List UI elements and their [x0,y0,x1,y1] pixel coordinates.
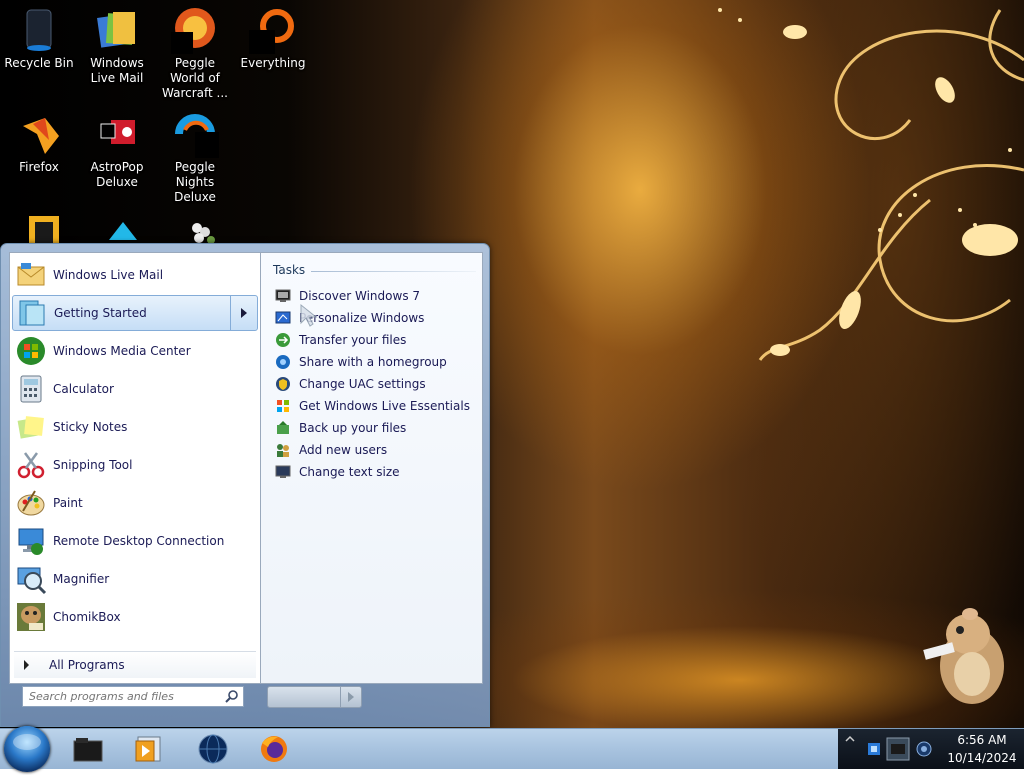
network-icon[interactable] [866,741,882,757]
desktop-icon-firefox[interactable]: Firefox [0,110,78,175]
remote-desktop-icon [15,525,47,557]
search-input[interactable] [25,688,223,705]
desktop-icon-partial-1[interactable] [0,212,78,244]
program-paint[interactable]: Paint [12,485,258,521]
monitor-icon [275,288,291,304]
windows-live-mail-icon [93,6,141,54]
shutdown-options-button[interactable] [340,686,362,708]
task-change-text-size[interactable]: Change text size [275,461,400,483]
desktop-icon-astropop[interactable]: AstroPop Deluxe [78,110,156,190]
task-share-homegroup[interactable]: Share with a homegroup [275,351,447,373]
transfer-icon [275,332,291,348]
all-programs-button[interactable]: All Programs [14,651,256,678]
shutdown-button[interactable] [267,686,341,708]
program-magnifier[interactable]: Magnifier [12,561,258,597]
search-icon[interactable] [224,689,240,705]
globe-icon [198,734,228,764]
magnifier-icon [15,563,47,595]
system-tray: 6:56 AM 10/14/2024 [838,729,1024,769]
calculator-icon [15,373,47,405]
sticky-notes-icon [15,411,47,443]
task-transfer-files[interactable]: Transfer your files [275,329,406,351]
program-windows-live-mail[interactable]: Windows Live Mail [12,257,258,293]
peggle-world-of-warcraft-icon [171,6,219,54]
program-remote-desktop[interactable]: Remote Desktop Connection [12,523,258,559]
tasks-heading: Tasks [273,263,306,277]
chevron-right-icon [348,692,354,702]
taskbar-media-player[interactable] [120,731,176,767]
arrow-app-icon [93,212,141,244]
mouse-cursor-icon [300,303,318,327]
program-windows-media-center[interactable]: Windows Media Center [12,333,258,369]
program-chomikbox[interactable]: ChomikBox [12,599,258,635]
taskbar-firefox[interactable] [246,731,302,767]
desktop-icon-partial-2[interactable] [78,212,156,244]
recycle-bin-icon [15,6,63,54]
expand-arrow-icon [24,660,29,670]
homegroup-icon [275,354,291,370]
start-menu-tasks-pane: Tasks Discover Windows 7 Personalize Win… [261,252,483,684]
windows-orb-icon [13,734,41,750]
media-player-icon [135,736,161,762]
astropop-icon [93,110,141,158]
personalize-icon [275,310,291,326]
action-center-icon[interactable] [886,737,910,761]
users-icon [275,442,291,458]
getting-started-icon [16,297,48,329]
desktop-icon-windows-live-mail[interactable]: Windows Live Mail [78,6,156,86]
taskbar-internet[interactable] [185,731,241,767]
taskbar-file-explorer[interactable] [60,731,116,767]
media-center-icon [15,335,47,367]
desktop-icon-everything[interactable]: Everything [234,6,312,71]
taskbar: 6:56 AM 10/14/2024 [0,726,1024,772]
firefox-icon [15,110,63,158]
everything-search-icon [249,6,297,54]
backup-icon [275,420,291,436]
scissors-icon [15,449,47,481]
firefox-icon [261,736,287,762]
uac-shield-icon [275,376,291,392]
mail-icon [15,259,47,291]
clock-time: 6:56 AM [957,733,1007,747]
peggle-nights-icon [171,110,219,158]
task-get-live-essentials[interactable]: Get Windows Live Essentials [275,395,470,417]
desktop-icon-peggle-nights[interactable]: Peggle Nights Deluxe [156,110,234,205]
submenu-arrow-icon[interactable] [230,296,257,330]
program-calculator[interactable]: Calculator [12,371,258,407]
desktop-icon-recycle-bin[interactable]: Recycle Bin [0,6,78,71]
start-search-box[interactable] [22,686,244,707]
program-sticky-notes[interactable]: Sticky Notes [12,409,258,445]
task-add-new-users[interactable]: Add new users [275,439,387,461]
paint-palette-icon [15,487,47,519]
task-personalize-windows[interactable]: Personalize Windows [275,307,424,329]
tasks-divider [311,271,476,272]
hamster-desktop-decoration [923,608,1004,704]
text-size-icon [275,464,291,480]
desktop-icon-partial-3[interactable] [156,212,234,244]
clock[interactable]: 6:56 AM 10/14/2024 [940,731,1024,767]
program-getting-started[interactable]: Getting Started [12,295,258,331]
folder-icon [15,212,63,244]
volume-icon[interactable] [916,741,932,757]
file-explorer-icon [73,738,103,762]
flower-app-icon [171,212,219,244]
windows-flag-icon [275,398,291,414]
desktop-icon-peggle-wow[interactable]: Peggle World of Warcraft ... [156,6,234,101]
task-change-uac[interactable]: Change UAC settings [275,373,426,395]
chomikbox-icon [15,601,47,633]
start-menu: Windows Live Mail Getting Started Window… [0,243,490,727]
clock-date: 10/14/2024 [947,751,1017,765]
task-discover-windows-7[interactable]: Discover Windows 7 [275,285,420,307]
start-menu-programs-pane: Windows Live Mail Getting Started Window… [9,252,261,684]
task-back-up-files[interactable]: Back up your files [275,417,406,439]
program-snipping-tool[interactable]: Snipping Tool [12,447,258,483]
show-hidden-icons-button[interactable] [844,733,860,749]
start-button[interactable] [4,726,50,772]
